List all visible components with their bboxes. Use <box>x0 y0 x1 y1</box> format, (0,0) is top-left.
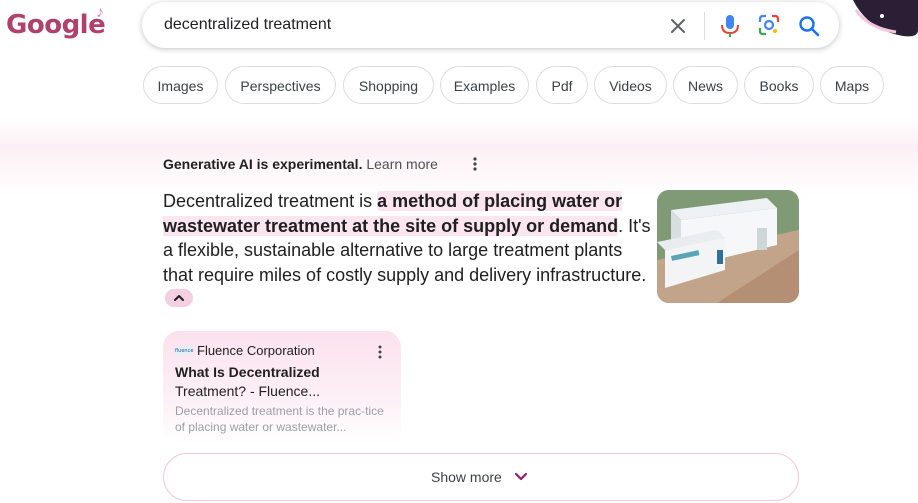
chip-perspectives[interactable]: Perspectives <box>225 66 336 104</box>
ai-overview-background <box>0 118 918 198</box>
chip-maps[interactable]: Maps <box>820 66 884 104</box>
search-divider <box>704 12 705 40</box>
search-box[interactable]: decentralized treatment <box>142 2 839 48</box>
card-more-options-icon[interactable] <box>377 344 383 360</box>
chip-images[interactable]: Images <box>143 66 218 104</box>
google-doodle-logo[interactable]: Google ♪ <box>6 4 106 46</box>
chip-pdf[interactable]: Pdf <box>536 66 588 104</box>
source-card-snippet: Decentralized treatment is the prac-tice… <box>175 404 384 434</box>
chip-news[interactable]: News <box>673 66 738 104</box>
treatment-plant-illustration <box>657 190 799 303</box>
card-title-line1: What Is Decentralized <box>175 364 320 380</box>
source-site-name: Fluence Corporation <box>197 343 315 358</box>
source-card[interactable]: fluence Fluence Corporation What Is Dece… <box>163 331 401 443</box>
ai-overview-text: Decentralized treatment is a method of p… <box>163 189 653 312</box>
chevron-down-icon <box>514 472 528 481</box>
chevron-up-icon <box>174 295 184 302</box>
google-lens-icon[interactable] <box>758 14 780 36</box>
experimental-label: Generative AI is experimental. <box>163 156 363 172</box>
search-icon[interactable] <box>797 14 821 38</box>
treatment-plant-image[interactable] <box>657 190 799 303</box>
learn-more-link[interactable]: Learn more <box>366 156 438 172</box>
collapse-button[interactable] <box>165 289 193 308</box>
search-input[interactable]: decentralized treatment <box>164 2 644 48</box>
overview-text-intro: Decentralized treatment is <box>163 191 378 211</box>
chip-videos[interactable]: Videos <box>594 66 667 104</box>
card-title-line2: Treatment? - Fluence... <box>175 382 320 399</box>
music-note-icon: ♪ <box>96 4 104 21</box>
doodle-decoration-icon <box>853 0 918 37</box>
show-more-label: Show more <box>431 469 502 485</box>
microphone-icon[interactable] <box>719 14 741 38</box>
chip-examples[interactable]: Examples <box>440 66 529 104</box>
logo-text: Google <box>6 10 106 40</box>
chip-shopping[interactable]: Shopping <box>343 66 434 104</box>
more-options-icon[interactable] <box>472 156 478 172</box>
show-more-button[interactable]: Show more <box>163 453 799 501</box>
source-card-title[interactable]: What Is Decentralized Treatment? - Fluen… <box>175 363 385 400</box>
ai-overview-header: Generative AI is experimental. Learn mor… <box>163 156 438 172</box>
chip-books[interactable]: Books <box>744 66 814 104</box>
site-favicon: fluence <box>175 346 194 356</box>
clear-icon[interactable] <box>668 16 688 36</box>
